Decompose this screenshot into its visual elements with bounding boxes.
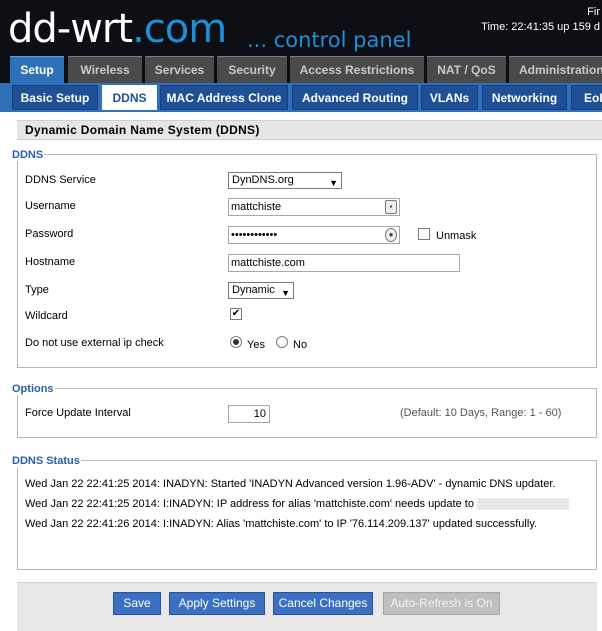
ddns-status-fieldset [17, 460, 597, 570]
external-ip-check-label: Do not use external ip check [25, 337, 164, 349]
ddns-service-select[interactable]: DynDNS.org ▼ [228, 172, 342, 189]
status-log-line: Wed Jan 22 22:41:26 2014: I:INADYN: Alia… [25, 518, 538, 530]
auto-refresh-button[interactable]: Auto-Refresh is On [383, 592, 500, 615]
firmware-info: Fir [587, 6, 600, 18]
subtab-mac-address-clone[interactable]: MAC Address Clone [160, 85, 288, 110]
force-update-label: Force Update Interval [25, 407, 131, 419]
tab-administration[interactable]: Administration [509, 56, 602, 83]
tab-wireless[interactable]: Wireless [68, 56, 142, 83]
status-log-line: Wed Jan 22 22:41:25 2014: I:INADYN: IP a… [25, 498, 569, 511]
subtab-advanced-routing[interactable]: Advanced Routing [292, 85, 418, 110]
subtab-networking[interactable]: Networking [482, 85, 567, 110]
tab-access-restrictions[interactable]: Access Restrictions [290, 56, 424, 83]
tab-setup[interactable]: Setup [10, 56, 64, 83]
control-panel-title: ... control panel [247, 28, 412, 52]
hostname-label: Hostname [25, 256, 76, 268]
logo-domain: .com [132, 6, 227, 52]
password-manager-icon[interactable]: ▪ [385, 200, 397, 214]
username-label: Username [25, 200, 76, 212]
dropdown-arrow-icon: ▼ [281, 288, 290, 298]
subtab-basic-setup[interactable]: Basic Setup [12, 85, 98, 110]
type-select[interactable]: Dynamic ▼ [228, 282, 294, 299]
dropdown-arrow-icon: ▼ [329, 178, 338, 188]
cancel-changes-button[interactable]: Cancel Changes [273, 592, 373, 615]
password-value: •••••••••••• [231, 229, 278, 241]
content-area: Dynamic Domain Name System (DDNS) DDNS D… [0, 112, 602, 631]
status-log-text: Wed Jan 22 22:41:25 2014: I:INADYN: IP a… [25, 498, 474, 510]
hostname-input[interactable]: mattchiste.com [228, 254, 460, 272]
sub-tabs: Basic Setup DDNS MAC Address Clone Advan… [0, 83, 602, 112]
page-title: Dynamic Domain Name System (DDNS) [17, 120, 602, 140]
no-label: No [293, 339, 308, 351]
ddns-service-label: DDNS Service [25, 174, 96, 186]
header: dd-wrt.com ... control panel Fir Time: 2… [0, 0, 602, 56]
save-button[interactable]: Save [113, 592, 161, 615]
uptime-info: Time: 22:41:35 up 159 d [481, 21, 600, 33]
ddwrt-logo: dd-wrt.com [8, 6, 227, 52]
type-label: Type [25, 284, 49, 296]
ddns-legend: DDNS [11, 149, 45, 161]
apply-settings-button[interactable]: Apply Settings [169, 592, 265, 615]
external-ip-yes-radio[interactable] [230, 336, 242, 348]
tab-security[interactable]: Security [217, 56, 287, 83]
ddns-service-value: DynDNS.org [232, 174, 294, 186]
status-log-line: Wed Jan 22 22:41:25 2014: INADYN: Starte… [25, 478, 556, 490]
logo-text: dd-wrt [8, 6, 133, 52]
hostname-value: mattchiste.com [231, 257, 305, 269]
ddns-status-legend: DDNS Status [11, 455, 81, 467]
unmask-label: Unmask [436, 230, 477, 242]
type-value: Dynamic [232, 284, 275, 296]
subtab-eoip[interactable]: EoIP [571, 85, 602, 110]
subtab-vlans[interactable]: VLANs [421, 85, 478, 110]
external-ip-no-radio[interactable] [276, 336, 288, 348]
options-legend: Options [11, 383, 55, 395]
tab-nat-qos[interactable]: NAT / QoS [427, 56, 506, 83]
yes-label: Yes [247, 339, 265, 351]
wildcard-label: Wildcard [25, 310, 68, 322]
key-icon[interactable]: ● [385, 228, 397, 242]
wildcard-checkbox[interactable]: ✔ [230, 308, 242, 320]
main-tabs: Setup Wireless Services Security Access … [0, 56, 602, 83]
unmask-checkbox[interactable] [418, 228, 430, 240]
subtab-ddns[interactable]: DDNS [102, 85, 157, 110]
username-input[interactable]: mattchiste ▪ [228, 198, 400, 216]
button-bar: Save Apply Settings Cancel Changes Auto-… [17, 582, 597, 631]
tab-services[interactable]: Services [145, 56, 214, 83]
password-label: Password [25, 228, 74, 240]
password-input[interactable]: •••••••••••• ● [228, 226, 400, 244]
redacted-ip [477, 498, 569, 511]
force-update-input[interactable]: 10 [228, 405, 270, 423]
force-update-hint: (Default: 10 Days, Range: 1 - 60) [400, 407, 562, 419]
username-value: mattchiste [231, 201, 282, 213]
